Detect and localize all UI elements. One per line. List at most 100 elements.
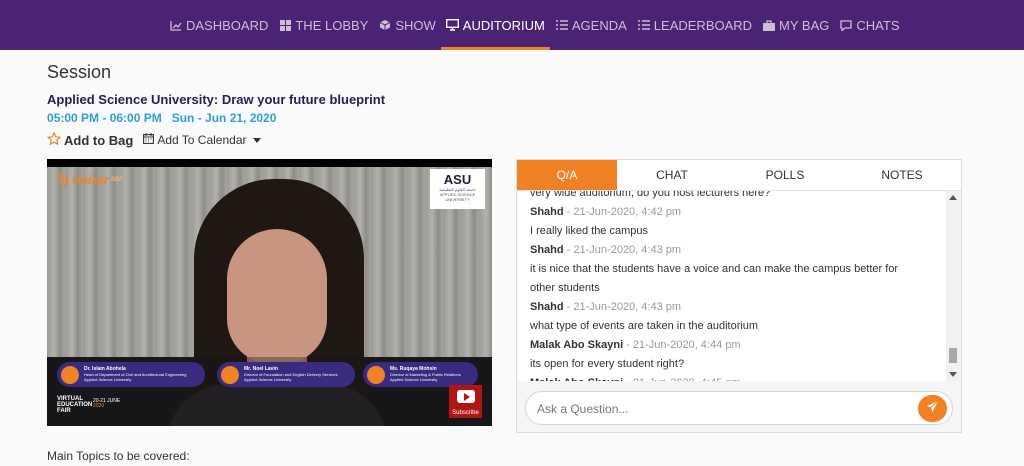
nav-label: SHOW [395,17,436,33]
session-time: 05:00 PM - 06:00 PM [47,111,162,125]
subscribe-label: Subscribe [452,410,479,416]
speaker-info: Dr. Islam Abohela Head of Department of … [84,367,187,383]
message-meta: Shahd - 21-Jun-2020, 4:43 pm [530,241,945,260]
nav-item-auditorium[interactable]: AUDITORIUM [440,0,550,50]
speaker-info: Ms. Ruqaya Mohsin Director of Marketing … [390,367,461,383]
scroll-down-arrow[interactable] [949,372,957,377]
youtube-icon [456,390,475,403]
monitor-icon [446,19,460,31]
nav-item-agenda[interactable]: AGENDA [550,0,632,50]
message-timestamp: 21-Jun-2020, 4:43 pm [573,301,682,313]
nav-item-lobby[interactable]: THE LOBBY [273,0,373,50]
youtube-subscribe-button[interactable]: Subscribe [449,385,482,418]
video-player[interactable]: Unizer SBF ASU جامعة العلوم التطبيقية AP… [47,159,492,426]
speaker-tag: Mr. Noel Lavin Director of Foundation an… [217,362,355,387]
message-timestamp: 21-Jun-2020, 4:45 pm [633,377,741,381]
nav-item-show[interactable]: SHOW [373,0,440,50]
event-year: 2020 [93,403,105,409]
message-text: what type of events are taken in the aud… [530,320,759,332]
grid-icon [278,19,292,31]
speaker-tag: Ms. Ruqaya Mohsin Director of Marketing … [363,362,478,387]
message-meta: Shahd - 21-Jun-2020, 4:43 pm [530,298,945,317]
nav-item-my-bag[interactable]: MY BAG [757,0,834,50]
brand-name: Unizer [72,173,109,187]
cube-icon [378,19,392,31]
message-scrollbar[interactable] [946,191,960,381]
nav-item-chats[interactable]: CHATS [834,0,904,50]
add-to-calendar-label: Add To Calendar [157,133,247,147]
add-to-bag-label: Add to Bag [64,132,134,148]
chat-icon [839,19,853,31]
interaction-panel: Q/A CHAT POLLS NOTES very wide auditoriu… [516,159,962,433]
scroll-up-arrow[interactable] [949,195,957,200]
tab-chat[interactable]: CHAT [617,160,727,190]
message-meta: Shahd - 21-Jun-2020, 4:42 pm [530,203,945,222]
message-author: Malak Abo Skayni [530,377,623,381]
message-meta: Malak Abo Skayni - 21-Jun-2020, 4:44 pm [530,336,945,355]
event-line: FAIR [57,408,71,414]
question-input[interactable] [537,400,907,417]
nav-label: LEADERBOARD [653,17,753,33]
session-schedule: 05:00 PM - 06:00 PM Sun - Jun 21, 2020 [47,111,276,125]
nav-label: AUDITORIUM [462,17,545,33]
chart-icon [169,19,183,31]
list-icon [555,19,569,31]
speaker-logo-icon [367,365,385,384]
message-text: very wide auditorium, do you host lectur… [530,191,771,199]
briefcase-icon [762,19,776,31]
calendar-icon [143,133,157,147]
message-separator: - [563,244,574,256]
speaker-info: Mr. Noel Lavin Director of Foundation an… [244,367,338,383]
session-actions: Add to Bag Add To Calendar [46,131,261,149]
message-separator: - [563,301,574,313]
nav-label: THE LOBBY [295,17,369,33]
list-icon [637,19,651,31]
message-meta: Malak Abo Skayni - 21-Jun-2020, 4:45 pm [530,374,945,381]
star-icon [46,131,64,149]
scrollbar-thumb[interactable] [949,348,957,363]
nav-label: AGENDA [571,17,627,33]
tab-notes[interactable]: NOTES [843,160,961,190]
brand-logo-icon [57,173,69,187]
add-to-calendar-dropdown[interactable]: Add To Calendar [143,133,261,147]
top-navbar: DASHBOARD THE LOBBY SHOW AUDITORIUM AGEN… [0,0,1024,50]
message-list[interactable]: very wide auditorium, do you host lectur… [518,191,960,381]
message-author: Shahd [530,301,564,313]
speaker-org: Applied Science University [84,377,132,382]
question-composer [525,391,953,425]
message-separator: - [623,377,633,381]
panel-tabs: Q/A CHAT POLLS NOTES [517,160,961,191]
video-top-bar [47,159,492,167]
brand-logo: Unizer SBF [57,173,123,187]
brand-badge: SBF [110,177,123,183]
message-separator: - [623,339,633,351]
asu-logo-text: ASU [443,172,472,187]
speaker-figure [227,229,327,364]
nav-label: CHATS [856,17,900,33]
message-timestamp: 21-Jun-2020, 4:44 pm [632,339,741,351]
speaker-org: Applied Science University [390,377,438,382]
session-date: Sun - Jun 21, 2020 [171,111,277,125]
tab-polls[interactable]: POLLS [727,160,843,190]
speaker-logo-icon [61,365,79,384]
message-separator: - [563,206,574,218]
section-title: Session [47,62,112,82]
nav-label: MY BAG [779,17,830,33]
nav-item-dashboard[interactable]: DASHBOARD [164,0,273,50]
send-button[interactable] [918,395,947,422]
speaker-tag: Dr. Islam Abohela Head of Department of … [57,362,205,387]
chevron-down-icon [252,137,261,143]
message-text: I really liked the campus [530,225,648,237]
nav-menu: DASHBOARD THE LOBBY SHOW AUDITORIUM AGEN… [164,0,905,50]
send-icon [926,400,939,418]
message-author: Shahd [530,206,564,218]
speaker-logo-icon [221,365,239,384]
event-title: VIRTUAL EDUCATION FAIR [57,396,92,414]
event-dates: 20-21 JUNE 2020 [93,399,120,409]
message-author: Malak Abo Skayni [530,339,624,351]
session-name: Applied Science University: Draw your fu… [47,92,386,107]
add-to-bag-button[interactable]: Add to Bag [46,131,134,149]
message-timestamp: 21-Jun-2020, 4:42 pm [573,206,682,218]
nav-item-leaderboard[interactable]: LEADERBOARD [632,0,757,50]
tab-qa[interactable]: Q/A [517,160,617,190]
